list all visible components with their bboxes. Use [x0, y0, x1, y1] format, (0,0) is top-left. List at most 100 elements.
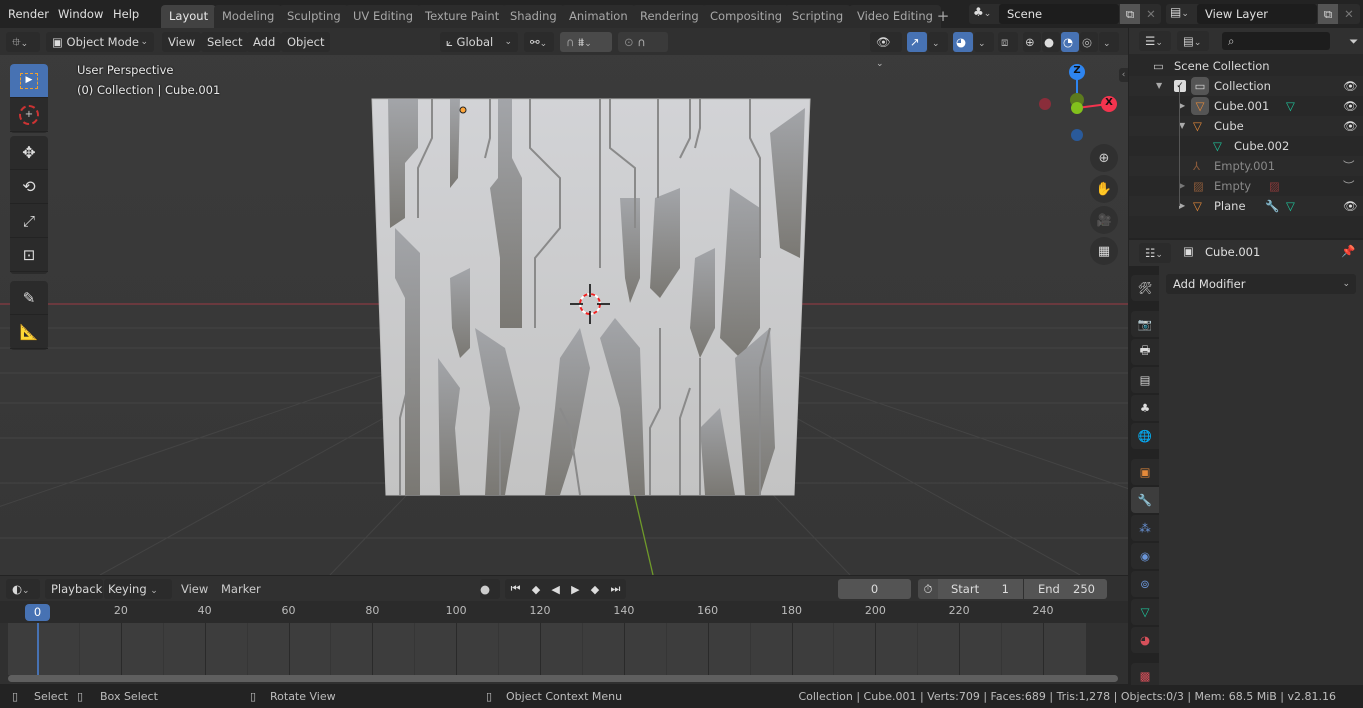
outliner-row-plane[interactable]: ▶ ▽ Plane 🔧 ▽ 👁 — [1129, 196, 1363, 216]
tab-compositing[interactable]: Compositing — [702, 5, 791, 28]
delete-scene-icon[interactable]: ✕ — [1141, 4, 1161, 24]
tool-select-box[interactable]: ▶ — [10, 64, 48, 98]
tab-particles[interactable]: ⁂ — [1131, 515, 1159, 541]
scene-icon[interactable]: ♣⌄ — [973, 5, 997, 23]
neg-z-handle[interactable] — [1071, 129, 1083, 141]
prev-keyframe-icon[interactable]: ◆ — [532, 583, 540, 596]
current-frame-field[interactable]: 0 — [838, 579, 911, 599]
tool-measure[interactable]: 📐 — [10, 315, 48, 349]
tool-move[interactable]: ✥ — [10, 136, 48, 170]
ortho-toggle-button[interactable]: ▦ — [1090, 237, 1118, 265]
eye-icon[interactable]: 👁 — [1343, 76, 1358, 96]
preview-range-toggle[interactable]: ⏱ — [918, 579, 938, 599]
gizmo-toggle[interactable]: ↗ — [907, 32, 927, 52]
timeline-menu-view[interactable]: View — [181, 579, 208, 599]
shading-dropdown[interactable]: ⌄ — [1099, 32, 1119, 52]
tab-video-editing[interactable]: Video Editing — [849, 5, 941, 28]
start-frame-field[interactable]: Start 1 — [938, 579, 1023, 599]
checkbox-icon[interactable]: ✓ — [1174, 80, 1186, 92]
timeline-scrollbar[interactable] — [8, 675, 1118, 682]
scene-name-field[interactable]: Scene — [999, 4, 1119, 24]
overlays-toggle[interactable]: ◕ — [953, 32, 973, 52]
tab-layout[interactable]: Layout — [161, 5, 217, 28]
tab-world[interactable]: 🌐 — [1131, 423, 1159, 449]
orientation-dropdown[interactable]: ⟀ Global ⌄ — [440, 32, 518, 52]
tab-modifiers[interactable]: 🔧 — [1131, 487, 1159, 513]
zoom-view-button[interactable]: ⊕ — [1090, 144, 1118, 172]
tab-modeling[interactable]: Modeling — [214, 5, 283, 28]
camera-view-button[interactable]: 🎥 — [1090, 206, 1118, 234]
tab-physics[interactable]: ◉ — [1131, 543, 1159, 569]
pan-view-button[interactable]: ✋ — [1090, 175, 1118, 203]
tab-material[interactable]: ◕ — [1131, 627, 1159, 653]
3d-viewport[interactable]: Z X ⊕ ✋ 🎥 ▦ ‹ User Perspective (0) Colle… — [0, 28, 1128, 575]
outliner-search-input[interactable]: ⌕ — [1222, 32, 1330, 50]
shading-material[interactable]: ◔ — [1061, 32, 1079, 52]
xray-toggle[interactable]: ⧈ — [998, 32, 1018, 52]
tool-scale[interactable]: ⤢ — [10, 204, 48, 238]
add-workspace-button[interactable]: + — [932, 5, 954, 28]
proportional-edit-toggle[interactable]: ⊙ ∩ — [618, 32, 668, 52]
tab-shading[interactable]: Shading — [502, 5, 565, 28]
menu-add[interactable]: Add — [247, 32, 282, 52]
shading-solid[interactable]: ● — [1042, 32, 1060, 52]
menu-select[interactable]: Select — [201, 32, 249, 52]
modifier-wrench-icon[interactable]: 🔧 — [1265, 196, 1279, 216]
hidden-eye-icon[interactable]: ︶ — [1343, 156, 1355, 176]
tool-rotate[interactable]: ⟲ — [10, 170, 48, 204]
outliner-row-cube[interactable]: ▼ ▽ Cube 👁 — [1129, 116, 1363, 136]
hidden-eye-icon[interactable]: ︶ — [1343, 176, 1355, 196]
playhead-frame-badge[interactable]: 0 — [25, 604, 50, 621]
cube-object[interactable] — [371, 98, 811, 496]
tool-annotate[interactable]: ✎ — [10, 281, 48, 315]
tab-scene[interactable]: ♣ — [1131, 395, 1159, 421]
new-view-layer-icon[interactable]: ⧉ — [1318, 4, 1338, 24]
tab-animation[interactable]: Animation — [561, 5, 636, 28]
tab-texture-paint[interactable]: Texture Paint — [417, 5, 508, 28]
expand-arrow-icon[interactable]: ▼ — [1156, 76, 1162, 96]
gizmo-dropdown[interactable]: ⌄ — [928, 32, 948, 52]
keying-dropdown[interactable]: Keying ⌄ — [104, 579, 172, 599]
tab-uv-editing[interactable]: UV Editing — [345, 5, 421, 28]
outliner-row-empty-001[interactable]: ⅄ Empty.001 ︶ — [1129, 156, 1363, 176]
tab-sculpting[interactable]: Sculpting — [279, 5, 349, 28]
playhead-line[interactable] — [37, 623, 39, 678]
auto-keying-toggle[interactable]: ● — [480, 579, 500, 599]
mode-dropdown[interactable]: ▣ Object Mode ⌄ — [46, 32, 154, 52]
tab-scripting[interactable]: Scripting — [784, 5, 852, 28]
tab-object[interactable]: ▣ — [1131, 459, 1159, 485]
shading-wireframe[interactable]: ⊕ — [1023, 32, 1041, 52]
tab-tool[interactable]: 🛠 — [1131, 275, 1159, 301]
editor-type-button[interactable]: ⯐⌄ — [6, 32, 40, 52]
tab-render[interactable]: 📷 — [1131, 311, 1159, 337]
neg-x-handle[interactable] — [1039, 98, 1051, 110]
jump-start-icon[interactable]: ⏮ — [511, 582, 521, 596]
view-layer-icon[interactable]: ▤⌄ — [1170, 5, 1196, 23]
display-mode-dropdown[interactable]: ▤⌄ — [1177, 31, 1209, 51]
menu-object[interactable]: Object — [281, 32, 331, 52]
eye-icon[interactable]: 👁 — [1343, 96, 1358, 116]
shading-rendered[interactable]: ◎ — [1080, 32, 1098, 52]
mesh-data-icon[interactable]: ▽ — [1286, 96, 1295, 116]
tool-cursor[interactable]: + — [10, 98, 48, 132]
next-keyframe-icon[interactable]: ◆ — [591, 583, 599, 596]
add-modifier-dropdown[interactable]: Add Modifier ⌄ — [1166, 274, 1356, 294]
menu-help[interactable]: Help — [105, 2, 147, 26]
tab-view-layer[interactable]: ▤ — [1131, 367, 1159, 393]
outliner-row-cube-002[interactable]: ▽ Cube.002 — [1129, 136, 1363, 156]
tab-output[interactable]: 🖶 — [1131, 339, 1159, 365]
timeline-editor-type[interactable]: ◐⌄ — [6, 579, 40, 599]
tab-constraints[interactable]: ⊚ — [1131, 571, 1159, 597]
view-layer-name-field[interactable]: View Layer — [1197, 4, 1317, 24]
tab-rendering[interactable]: Rendering — [632, 5, 707, 28]
delete-view-layer-icon[interactable]: ✕ — [1339, 4, 1359, 24]
timeline-menu-marker[interactable]: Marker — [221, 579, 261, 599]
filter-icon[interactable]: ⏷ — [1349, 32, 1363, 50]
pin-icon[interactable]: 📌 — [1341, 244, 1355, 258]
eye-icon[interactable]: 👁 — [1343, 116, 1358, 136]
outliner-row-empty[interactable]: ▶ ▨ Empty ▨ ︶ — [1129, 176, 1363, 196]
outliner-row-collection[interactable]: ▼ ✓ ▭ Collection 👁 — [1129, 76, 1363, 96]
neg-y-handle[interactable] — [1071, 102, 1083, 114]
sidebar-toggle[interactable]: ‹ — [1119, 68, 1128, 82]
playback-dropdown[interactable]: Playback ⌄ — [45, 579, 103, 616]
